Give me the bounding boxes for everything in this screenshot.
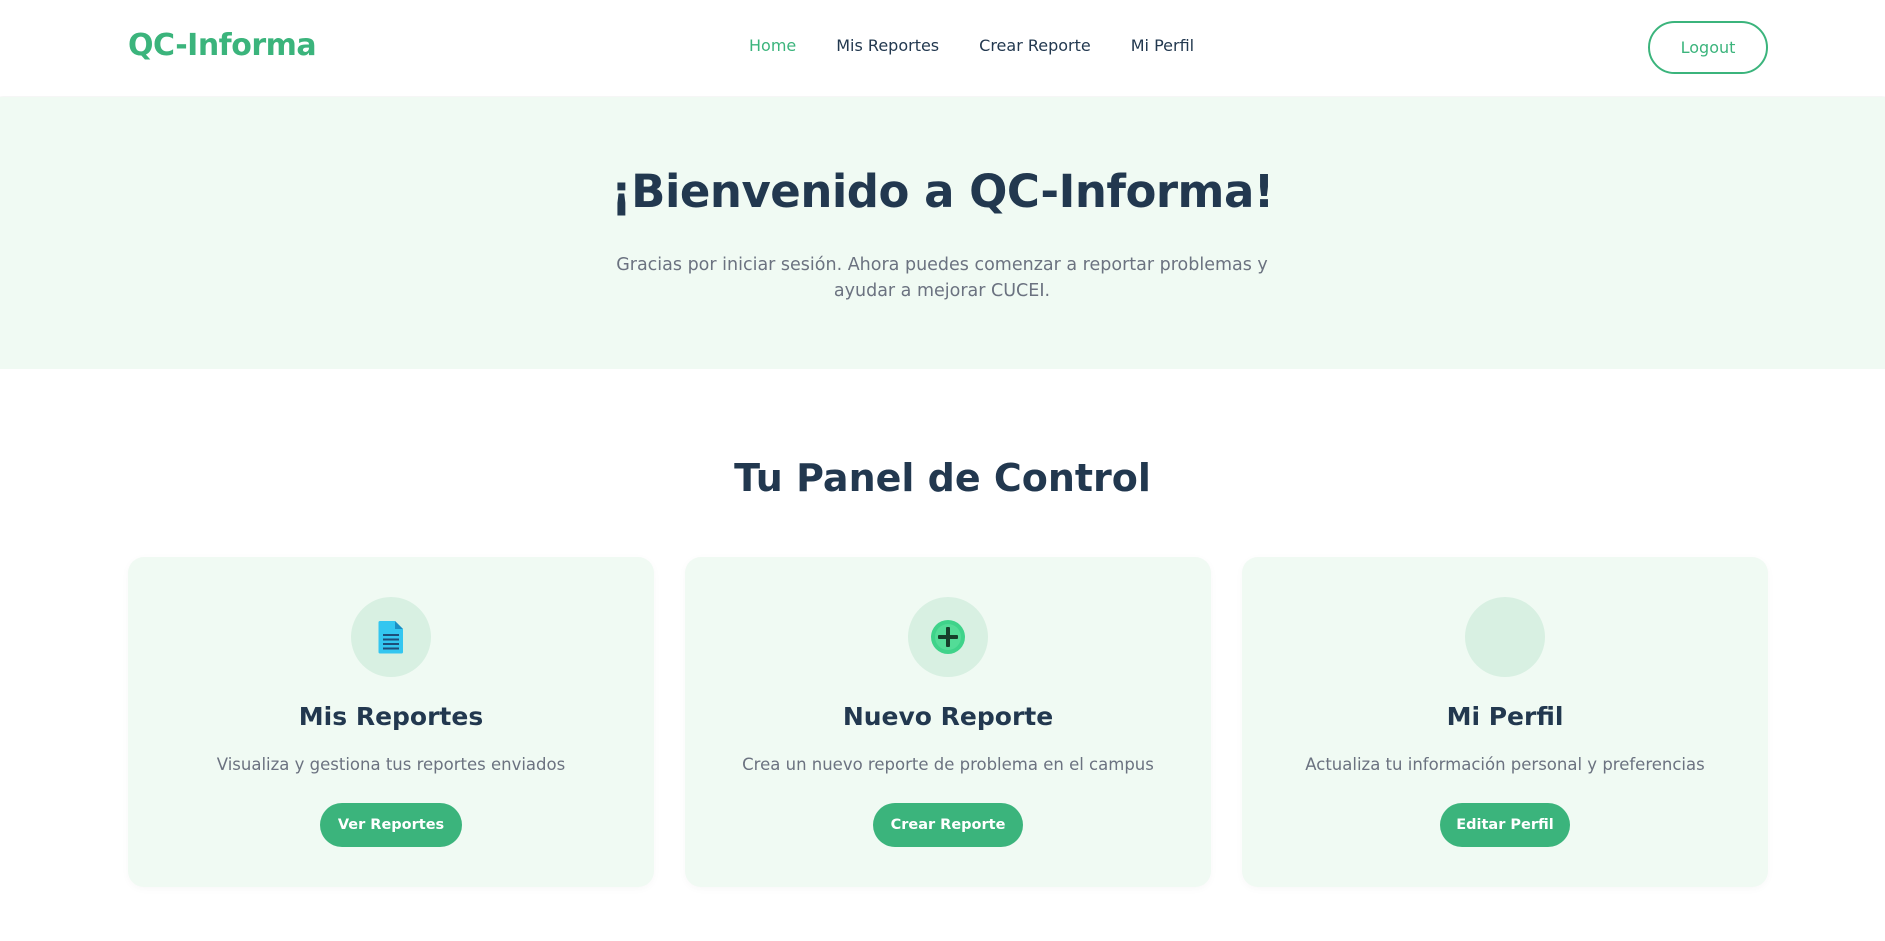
brand-logo[interactable]: QC-Informa (128, 28, 317, 63)
editar-perfil-button[interactable]: Editar Perfil (1440, 803, 1570, 847)
card-mis-reportes: Mis Reportes Visualiza y gestiona tus re… (128, 557, 654, 887)
plus-icon (931, 620, 965, 654)
hero-text: Gracias por iniciar sesión. Ahora puedes… (616, 255, 1268, 301)
card-icon-circle (351, 597, 431, 677)
card-title: Nuevo Reporte (842, 702, 1054, 731)
crear-reporte-button[interactable]: Crear Reporte (873, 803, 1023, 847)
card-description: Actualiza tu información personal y pref… (1305, 755, 1705, 774)
nav-home-link[interactable]: Home (749, 36, 796, 55)
top-navbar: QC-Informa Home Mis Reportes Crear Repor… (0, 0, 1885, 96)
card-title: Mi Perfil (1446, 702, 1564, 731)
main-nav: Home Mis Reportes Crear Reporte Mi Perfi… (749, 36, 1194, 55)
hero-title: ¡Bienvenido a QC-Informa! (611, 165, 1274, 218)
panel-title: Tu Panel de Control (734, 456, 1151, 500)
nav-mi-perfil-link[interactable]: Mi Perfil (1131, 36, 1194, 55)
logout-button[interactable]: Logout (1648, 21, 1768, 74)
card-nuevo-reporte: Nuevo Reporte Crea un nuevo reporte de p… (685, 557, 1211, 887)
welcome-hero: ¡Bienvenido a QC-Informa! Gracias por in… (0, 97, 1885, 369)
user-icon (1465, 597, 1545, 677)
card-mi-perfil: Mi Perfil Actualiza tu información perso… (1242, 557, 1768, 887)
card-description: Visualiza y gestiona tus reportes enviad… (216, 755, 566, 774)
nav-crear-reporte-link[interactable]: Crear Reporte (979, 36, 1091, 55)
card-icon-circle (908, 597, 988, 677)
ver-reportes-button[interactable]: Ver Reportes (320, 803, 462, 847)
nav-mis-reportes-link[interactable]: Mis Reportes (836, 36, 939, 55)
card-title: Mis Reportes (298, 702, 484, 731)
card-description: Crea un nuevo reporte de problema en el … (742, 755, 1154, 774)
document-icon (378, 621, 403, 654)
